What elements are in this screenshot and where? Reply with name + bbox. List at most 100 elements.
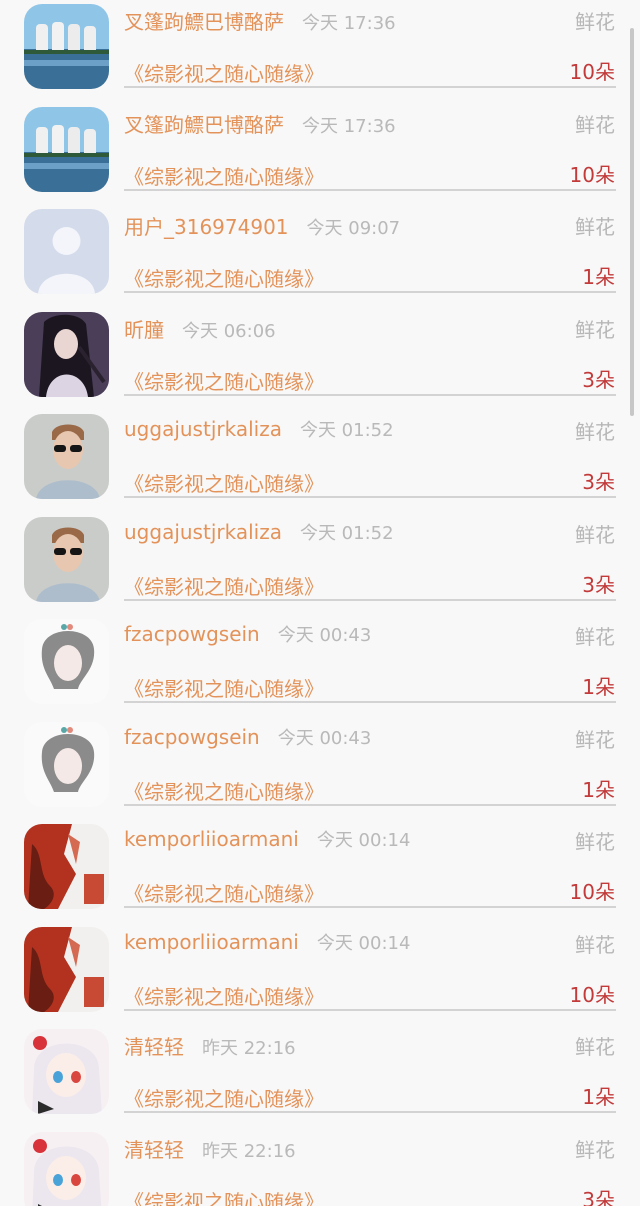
scrollbar[interactable] (630, 28, 634, 416)
row-divider (124, 393, 616, 396)
book-title[interactable]: 《综影视之随心随缘》 (124, 58, 324, 87)
row-divider (124, 1008, 616, 1011)
gift-count: 1朵 (582, 265, 615, 289)
list-item[interactable]: uggajustjrkaliza 今天 01:52 鲜花《综影视之随心随缘》 3朵 (0, 513, 640, 616)
book-title[interactable]: 《综影视之随心随缘》 (124, 161, 324, 190)
gift-type: 鲜花 (575, 727, 615, 752)
list-item[interactable]: kemporliioarmani 今天 00:14 鲜花 《综影视之随心随缘》 10朵 (0, 923, 640, 1026)
user-name[interactable]: kemporliioarmani 今天 00:14 (124, 826, 410, 852)
list-item[interactable]: fzacpowgsein 今天 00:43 鲜花 《综影视之随心随缘》 1朵 (0, 615, 640, 718)
avatar[interactable] (24, 824, 109, 909)
avatar[interactable] (24, 4, 109, 89)
timestamp: 今天 09:07 (306, 218, 401, 239)
gift-type: 鲜花 (575, 420, 615, 444)
gift-count: 3朵 (582, 470, 615, 494)
gift-count: 1朵 (582, 1085, 615, 1109)
gift-type: 鲜花 (575, 1137, 615, 1162)
book-title[interactable]: 《综影视之随心随缘》 (124, 981, 324, 1010)
gift-count: 10朵 (569, 60, 615, 84)
user-name-text[interactable]: fzacpowgsein (124, 725, 260, 749)
book-title[interactable]: 《综影视之随心随缘》 (124, 571, 324, 600)
avatar[interactable] (24, 1029, 109, 1114)
user-name[interactable]: 昕朣 今天 06:06 (124, 314, 276, 343)
avatar[interactable] (24, 209, 109, 294)
user-name[interactable]: 叉篷跔鰾巴博酪萨 今天 17:36 (124, 6, 396, 35)
row-divider (124, 496, 616, 498)
gift-record-list: 叉篷跔鰾巴博酪萨 今天 17:36 鲜花 《综影视之随心随缘》 10朵 叉篷跔鰾巴博酪萨… (0, 0, 640, 1206)
row-divider (124, 598, 616, 601)
timestamp: 昨天 22:16 (202, 1140, 296, 1162)
avatar[interactable] (24, 926, 109, 1012)
timestamp: 今天 17:36 (302, 13, 396, 34)
avatar[interactable] (24, 516, 109, 602)
user-name-text[interactable]: 叉篷跔鰾巴博酪萨 (124, 10, 284, 34)
gift-type: 鲜花 (575, 10, 615, 34)
list-item[interactable]: 昕朣 今天 06:06 鲜花《综影视之随心随缘》 3朵 (0, 308, 640, 411)
row-divider (124, 86, 616, 88)
user-name[interactable]: kemporliioarmani 今天 00:14 (124, 929, 410, 955)
timestamp: 今天 00:14 (316, 932, 411, 954)
avatar[interactable] (24, 1131, 109, 1206)
user-name[interactable]: fzacpowgsein 今天 00:43 (124, 621, 371, 647)
user-name-text[interactable]: 用户_316974901 (124, 215, 289, 239)
list-item[interactable]: fzacpowgsein 今天 00:43 鲜花 《综影视之随心随缘》 1朵 (0, 718, 640, 821)
book-title[interactable]: 《综影视之随心随缘》 (124, 878, 324, 907)
list-item[interactable]: 叉篷跔鰾巴博酪萨 今天 17:36 鲜花《综影视之随心随缘》 10朵 (0, 0, 640, 103)
row-divider (124, 906, 616, 908)
gift-type: 鲜花 (575, 317, 615, 342)
book-title[interactable]: 《综影视之随心随缘》 (124, 468, 324, 497)
book-title[interactable]: 《综影视之随心随缘》 (124, 1186, 324, 1206)
user-name-text[interactable]: uggajustjrkaliza (124, 520, 282, 544)
list-item[interactable]: 用户_316974901 今天 09:07 鲜花《综影视之随心随缘》 1朵 (0, 205, 640, 308)
user-name[interactable]: uggajustjrkaliza 今天 01:52 (124, 519, 394, 545)
avatar[interactable] (24, 721, 109, 807)
user-name-text[interactable]: kemporliioarmani (124, 930, 299, 954)
row-divider (124, 803, 616, 806)
gift-type: 鲜花 (575, 830, 615, 854)
user-name-text[interactable]: 清轻轻 (124, 1035, 184, 1059)
user-name[interactable]: 叉篷跔鰾巴博酪萨 今天 17:36 (124, 109, 396, 138)
user-name-text[interactable]: fzacpowgsein (124, 622, 260, 646)
gift-count: 3朵 (582, 1187, 615, 1206)
book-title[interactable]: 《综影视之随心随缘》 (124, 263, 324, 292)
timestamp: 今天 01:52 (299, 420, 394, 441)
timestamp: 今天 00:14 (316, 830, 411, 851)
avatar[interactable] (24, 619, 109, 704)
user-name-text[interactable]: 清轻轻 (124, 1138, 184, 1162)
user-name-text[interactable]: 叉篷跔鰾巴博酪萨 (124, 113, 284, 137)
timestamp: 今天 00:43 (277, 625, 372, 646)
gift-type: 鲜花 (575, 112, 615, 137)
timestamp: 今天 06:06 (182, 320, 276, 342)
book-title[interactable]: 《综影视之随心随缘》 (124, 366, 324, 395)
list-item[interactable]: kemporliioarmani 今天 00:14 鲜花《综影视之随心随缘》 10朵 (0, 820, 640, 923)
gift-type: 鲜花 (575, 1035, 615, 1059)
user-name[interactable]: 清轻轻 昨天 22:16 (124, 1134, 296, 1163)
user-name-text[interactable]: 昕朣 (124, 318, 164, 342)
gift-type: 鲜花 (575, 522, 615, 547)
book-title[interactable]: 《综影视之随心随缘》 (124, 1083, 324, 1112)
user-name-text[interactable]: kemporliioarmani (124, 827, 299, 851)
gift-count: 10朵 (569, 162, 615, 187)
gift-count: 3朵 (582, 572, 615, 597)
gift-count: 10朵 (569, 880, 615, 904)
user-name[interactable]: 清轻轻 昨天 22:16 (124, 1031, 296, 1060)
list-item[interactable]: 叉篷跔鰾巴博酪萨 今天 17:36 鲜花《综影视之随心随缘》 10朵 (0, 103, 640, 206)
user-name[interactable]: fzacpowgsein 今天 00:43 (124, 724, 371, 750)
gift-count: 3朵 (582, 367, 615, 392)
timestamp: 昨天 22:16 (202, 1038, 296, 1059)
book-title[interactable]: 《综影视之随心随缘》 (124, 673, 324, 702)
list-item[interactable]: 清轻轻 昨天 22:16 鲜花《综影视之随心随缘》 3朵 (0, 1128, 640, 1206)
avatar[interactable] (24, 414, 109, 499)
timestamp: 今天 01:52 (299, 522, 394, 544)
gift-type: 鲜花 (575, 215, 615, 239)
avatar[interactable] (24, 106, 109, 192)
book-title[interactable]: 《综影视之随心随缘》 (124, 776, 324, 805)
row-divider (124, 701, 616, 703)
user-name[interactable]: 用户_316974901 今天 09:07 (124, 211, 400, 240)
list-item[interactable]: uggajustjrkaliza 今天 01:52 鲜花《综影视之随心随缘》 3朵 (0, 410, 640, 513)
gift-count: 1朵 (582, 675, 615, 699)
avatar[interactable] (24, 311, 109, 397)
user-name[interactable]: uggajustjrkaliza 今天 01:52 (124, 416, 394, 442)
user-name-text[interactable]: uggajustjrkaliza (124, 417, 282, 441)
list-item[interactable]: 清轻轻 昨天 22:16 鲜花《综影视之随心随缘》 1朵 (0, 1025, 640, 1128)
